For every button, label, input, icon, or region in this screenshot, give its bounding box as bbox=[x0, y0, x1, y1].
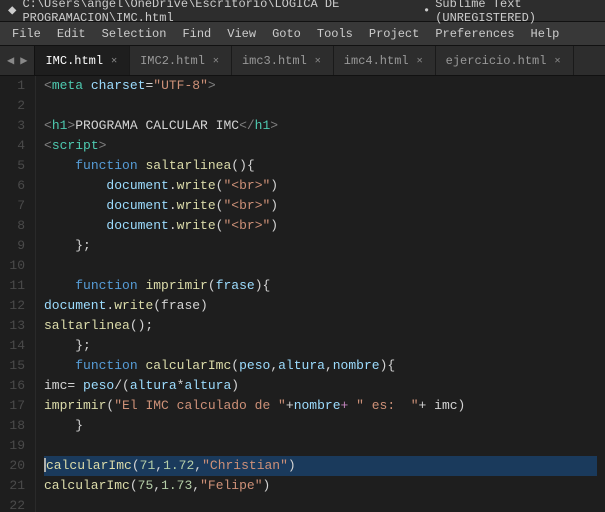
code-line-13: saltarlinea(); bbox=[44, 316, 597, 336]
line-num-3: 3 bbox=[8, 116, 25, 136]
tab-imc-html-close[interactable]: ✕ bbox=[109, 54, 119, 68]
tab-ejercicio-html-label: ejercicio.html bbox=[446, 54, 547, 68]
tabs-bar: ◀ ▶ IMC.html ✕ IMC2.html ✕ imc3.html ✕ i… bbox=[0, 46, 605, 76]
line-num-13: 13 bbox=[8, 316, 25, 336]
code-line-19 bbox=[44, 436, 597, 456]
line-num-17: 17 bbox=[8, 396, 25, 416]
title-separator: • bbox=[423, 4, 430, 18]
line-num-12: 12 bbox=[8, 296, 25, 316]
line-numbers: 1 2 3 4 5 6 7 8 9 10 11 12 13 14 15 16 1… bbox=[0, 76, 36, 512]
code-content[interactable]: <meta charset="UTF-8"> <h1>PROGRAMA CALC… bbox=[36, 76, 605, 512]
nav-next-icon[interactable]: ▶ bbox=[17, 51, 30, 70]
tab-imc2-html-label: IMC2.html bbox=[140, 54, 205, 68]
line-num-21: 21 bbox=[8, 476, 25, 496]
line-num-4: 4 bbox=[8, 136, 25, 156]
code-line-4: <script> bbox=[44, 136, 597, 156]
tab-imc3-html-label: imc3.html bbox=[242, 54, 307, 68]
code-line-15: function calcularImc(peso,altura,nombre)… bbox=[44, 356, 597, 376]
menu-goto[interactable]: Goto bbox=[264, 24, 309, 44]
code-line-1: <meta charset="UTF-8"> bbox=[44, 76, 597, 96]
nav-arrows: ◀ ▶ bbox=[0, 46, 35, 75]
code-line-7: document.write("<br>") bbox=[44, 196, 597, 216]
code-line-14: }; bbox=[44, 336, 597, 356]
menu-find[interactable]: Find bbox=[174, 24, 219, 44]
code-line-12: document.write(frase) bbox=[44, 296, 597, 316]
code-line-9: }; bbox=[44, 236, 597, 256]
tab-imc4-html-close[interactable]: ✕ bbox=[415, 54, 425, 68]
menu-file[interactable]: File bbox=[4, 24, 49, 44]
tab-imc-html-label: IMC.html bbox=[45, 54, 103, 68]
code-line-17: imprimir("El IMC calculado de "+nombre+ … bbox=[44, 396, 597, 416]
menu-view[interactable]: View bbox=[219, 24, 264, 44]
line-num-1: 1 bbox=[8, 76, 25, 96]
code-line-11: function imprimir(frase){ bbox=[44, 276, 597, 296]
line-num-6: 6 bbox=[8, 176, 25, 196]
tab-imc2-html-close[interactable]: ✕ bbox=[211, 54, 221, 68]
menu-edit[interactable]: Edit bbox=[49, 24, 94, 44]
code-line-2 bbox=[44, 96, 597, 116]
app-name: Sublime Text (UNREGISTERED) bbox=[435, 0, 597, 25]
line-num-22: 22 bbox=[8, 496, 25, 512]
tab-ejercicio-html[interactable]: ejercicio.html ✕ bbox=[436, 46, 574, 75]
menu-tools[interactable]: Tools bbox=[309, 24, 361, 44]
code-line-18: } bbox=[44, 416, 597, 436]
tab-imc4-html-label: imc4.html bbox=[344, 54, 409, 68]
line-num-18: 18 bbox=[8, 416, 25, 436]
menu-bar: File Edit Selection Find View Goto Tools… bbox=[0, 22, 605, 46]
code-line-10 bbox=[44, 256, 597, 276]
code-line-21: calcularImc(75,1.73,"Felipe") bbox=[44, 476, 597, 496]
line-num-9: 9 bbox=[8, 236, 25, 256]
title-bar: ◆ C:\Users\angel\OneDrive\Escritorio\LOG… bbox=[0, 0, 605, 22]
app-icon: ◆ bbox=[8, 2, 16, 19]
code-line-20: calcularImc(71,1.72,"Christian") bbox=[44, 456, 597, 476]
line-num-2: 2 bbox=[8, 96, 25, 116]
line-num-15: 15 bbox=[8, 356, 25, 376]
menu-help[interactable]: Help bbox=[523, 24, 568, 44]
line-num-20: 20 bbox=[8, 456, 25, 476]
line-num-16: 16 bbox=[8, 376, 25, 396]
line-num-14: 14 bbox=[8, 336, 25, 356]
code-line-16: imc= peso/(altura*altura) bbox=[44, 376, 597, 396]
menu-project[interactable]: Project bbox=[361, 24, 427, 44]
code-line-3: <h1>PROGRAMA CALCULAR IMC</h1> bbox=[44, 116, 597, 136]
tab-ejercicio-html-close[interactable]: ✕ bbox=[552, 54, 562, 68]
nav-prev-icon[interactable]: ◀ bbox=[4, 51, 17, 70]
tab-imc4-html[interactable]: imc4.html ✕ bbox=[334, 46, 436, 75]
line-num-10: 10 bbox=[8, 256, 25, 276]
menu-selection[interactable]: Selection bbox=[94, 24, 175, 44]
menu-preferences[interactable]: Preferences bbox=[427, 24, 522, 44]
editor: 1 2 3 4 5 6 7 8 9 10 11 12 13 14 15 16 1… bbox=[0, 76, 605, 512]
tab-imc2-html[interactable]: IMC2.html ✕ bbox=[130, 46, 232, 75]
line-num-11: 11 bbox=[8, 276, 25, 296]
tab-imc-html[interactable]: IMC.html ✕ bbox=[35, 46, 130, 75]
tab-imc3-html-close[interactable]: ✕ bbox=[313, 54, 323, 68]
code-line-5: function saltarlinea(){ bbox=[44, 156, 597, 176]
title-path: C:\Users\angel\OneDrive\Escritorio\LOGIC… bbox=[22, 0, 418, 25]
code-line-8: document.write("<br>") bbox=[44, 216, 597, 236]
code-line-22 bbox=[44, 496, 597, 512]
line-num-7: 7 bbox=[8, 196, 25, 216]
line-num-5: 5 bbox=[8, 156, 25, 176]
code-line-6: document.write("<br>") bbox=[44, 176, 597, 196]
line-num-19: 19 bbox=[8, 436, 25, 456]
tab-imc3-html[interactable]: imc3.html ✕ bbox=[232, 46, 334, 75]
line-num-8: 8 bbox=[8, 216, 25, 236]
